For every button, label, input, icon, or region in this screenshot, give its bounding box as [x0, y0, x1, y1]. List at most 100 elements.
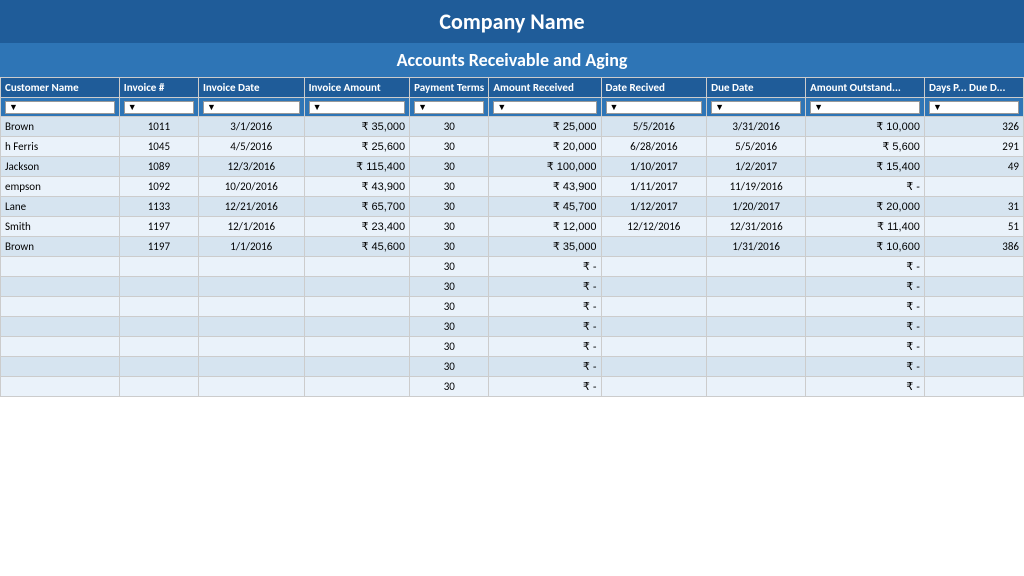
table-row: h Ferris10454/5/2016₹ 25,60030₹ 20,0006/… — [1, 137, 1024, 157]
cell-invoice_date — [198, 277, 304, 297]
cell-invoice_amount: ₹ 23,400 — [304, 217, 410, 237]
cell-invoice_num: 1197 — [119, 237, 198, 257]
table-row: Brown11971/1/2016₹ 45,60030₹ 35,0001/31/… — [1, 237, 1024, 257]
cell-amount_outstanding: ₹ - — [806, 257, 925, 277]
filter-daterec[interactable]: ▼ — [601, 98, 707, 117]
cell-invoice_date: 12/3/2016 — [198, 157, 304, 177]
col-header-invamt: Invoice Amount — [304, 78, 410, 98]
cell-days_past_due — [924, 297, 1023, 317]
cell-invoice_date — [198, 297, 304, 317]
cell-invoice_num — [119, 257, 198, 277]
cell-invoice_date: 1/1/2016 — [198, 237, 304, 257]
table-row: 30₹ -₹ - — [1, 297, 1024, 317]
cell-invoice_amount — [304, 297, 410, 317]
cell-invoice_amount: ₹ 45,600 — [304, 237, 410, 257]
cell-invoice_num — [119, 277, 198, 297]
cell-customer_name — [1, 377, 120, 397]
cell-amount_received: ₹ 45,700 — [489, 197, 601, 217]
filter-invoice[interactable]: ▼ — [119, 98, 198, 117]
cell-due_date: 1/2/2017 — [707, 157, 806, 177]
cell-invoice_amount — [304, 317, 410, 337]
page-wrapper: Company Name Accounts Receivable and Agi… — [0, 0, 1024, 397]
table-row: Brown10113/1/2016₹ 35,00030₹ 25,0005/5/2… — [1, 117, 1024, 137]
filter-invamt[interactable]: ▼ — [304, 98, 410, 117]
cell-due_date: 11/19/2016 — [707, 177, 806, 197]
filter-amtout[interactable]: ▼ — [806, 98, 925, 117]
cell-invoice_amount: ₹ 35,000 — [304, 117, 410, 137]
cell-payment_terms: 30 — [410, 137, 489, 157]
cell-date_received: 12/12/2016 — [601, 217, 707, 237]
cell-days_past_due: 326 — [924, 117, 1023, 137]
cell-amount_received: ₹ 20,000 — [489, 137, 601, 157]
cell-date_received: 1/11/2017 — [601, 177, 707, 197]
cell-invoice_amount — [304, 277, 410, 297]
cell-amount_outstanding: ₹ - — [806, 337, 925, 357]
cell-invoice_num — [119, 337, 198, 357]
cell-date_received — [601, 297, 707, 317]
cell-days_past_due — [924, 377, 1023, 397]
filter-duedate[interactable]: ▼ — [707, 98, 806, 117]
table-body: Brown10113/1/2016₹ 35,00030₹ 25,0005/5/2… — [1, 117, 1024, 397]
cell-customer_name — [1, 357, 120, 377]
cell-days_past_due: 31 — [924, 197, 1023, 217]
col-header-payterm: Payment Terms — [410, 78, 489, 98]
filter-amtrec[interactable]: ▼ — [489, 98, 601, 117]
cell-days_past_due — [924, 277, 1023, 297]
cell-invoice_date — [198, 317, 304, 337]
header-row: Customer Name Invoice # Invoice Date Inv… — [1, 78, 1024, 98]
cell-days_past_due — [924, 257, 1023, 277]
cell-due_date — [707, 297, 806, 317]
cell-due_date: 12/31/2016 — [707, 217, 806, 237]
cell-invoice_num: 1011 — [119, 117, 198, 137]
cell-due_date — [707, 317, 806, 337]
table-row: 30₹ -₹ - — [1, 317, 1024, 337]
cell-due_date — [707, 277, 806, 297]
cell-invoice_date: 10/20/2016 — [198, 177, 304, 197]
cell-invoice_num: 1197 — [119, 217, 198, 237]
cell-days_past_due — [924, 317, 1023, 337]
cell-due_date — [707, 357, 806, 377]
col-header-invdate: Invoice Date — [198, 78, 304, 98]
cell-due_date: 5/5/2016 — [707, 137, 806, 157]
cell-invoice_num — [119, 297, 198, 317]
cell-payment_terms: 30 — [410, 217, 489, 237]
table-row: 30₹ -₹ - — [1, 377, 1024, 397]
col-header-dayspdue: Days P... Due D... — [924, 78, 1023, 98]
filter-row: ▼ ▼ ▼ ▼ ▼ ▼ ▼ ▼ ▼ ▼ — [1, 98, 1024, 117]
cell-days_past_due: 49 — [924, 157, 1023, 177]
cell-payment_terms: 30 — [410, 177, 489, 197]
filter-invdate[interactable]: ▼ — [198, 98, 304, 117]
cell-due_date — [707, 377, 806, 397]
cell-payment_terms: 30 — [410, 257, 489, 277]
cell-amount_received: ₹ - — [489, 277, 601, 297]
cell-due_date: 1/31/2016 — [707, 237, 806, 257]
cell-due_date — [707, 337, 806, 357]
cell-invoice_date: 12/21/2016 — [198, 197, 304, 217]
cell-customer_name — [1, 337, 120, 357]
table-row: 30₹ -₹ - — [1, 357, 1024, 377]
cell-amount_outstanding: ₹ 11,400 — [806, 217, 925, 237]
cell-customer_name: Smith — [1, 217, 120, 237]
table-row: 30₹ -₹ - — [1, 337, 1024, 357]
cell-customer_name — [1, 257, 120, 277]
filter-payterm[interactable]: ▼ — [410, 98, 489, 117]
col-header-invoice: Invoice # — [119, 78, 198, 98]
cell-invoice_amount: ₹ 115,400 — [304, 157, 410, 177]
cell-payment_terms: 30 — [410, 197, 489, 217]
cell-date_received: 1/12/2017 — [601, 197, 707, 217]
cell-amount_outstanding: ₹ - — [806, 357, 925, 377]
cell-date_received: 1/10/2017 — [601, 157, 707, 177]
table-row: 30₹ -₹ - — [1, 257, 1024, 277]
cell-days_past_due — [924, 177, 1023, 197]
filter-customer[interactable]: ▼ — [1, 98, 120, 117]
cell-amount_received: ₹ - — [489, 357, 601, 377]
cell-invoice_amount — [304, 377, 410, 397]
cell-customer_name: Brown — [1, 237, 120, 257]
cell-invoice_amount — [304, 337, 410, 357]
cell-invoice_num: 1092 — [119, 177, 198, 197]
cell-amount_outstanding: ₹ 20,000 — [806, 197, 925, 217]
filter-dayspdue[interactable]: ▼ — [924, 98, 1023, 117]
cell-date_received — [601, 277, 707, 297]
cell-amount_received: ₹ 43,900 — [489, 177, 601, 197]
cell-invoice_date: 12/1/2016 — [198, 217, 304, 237]
